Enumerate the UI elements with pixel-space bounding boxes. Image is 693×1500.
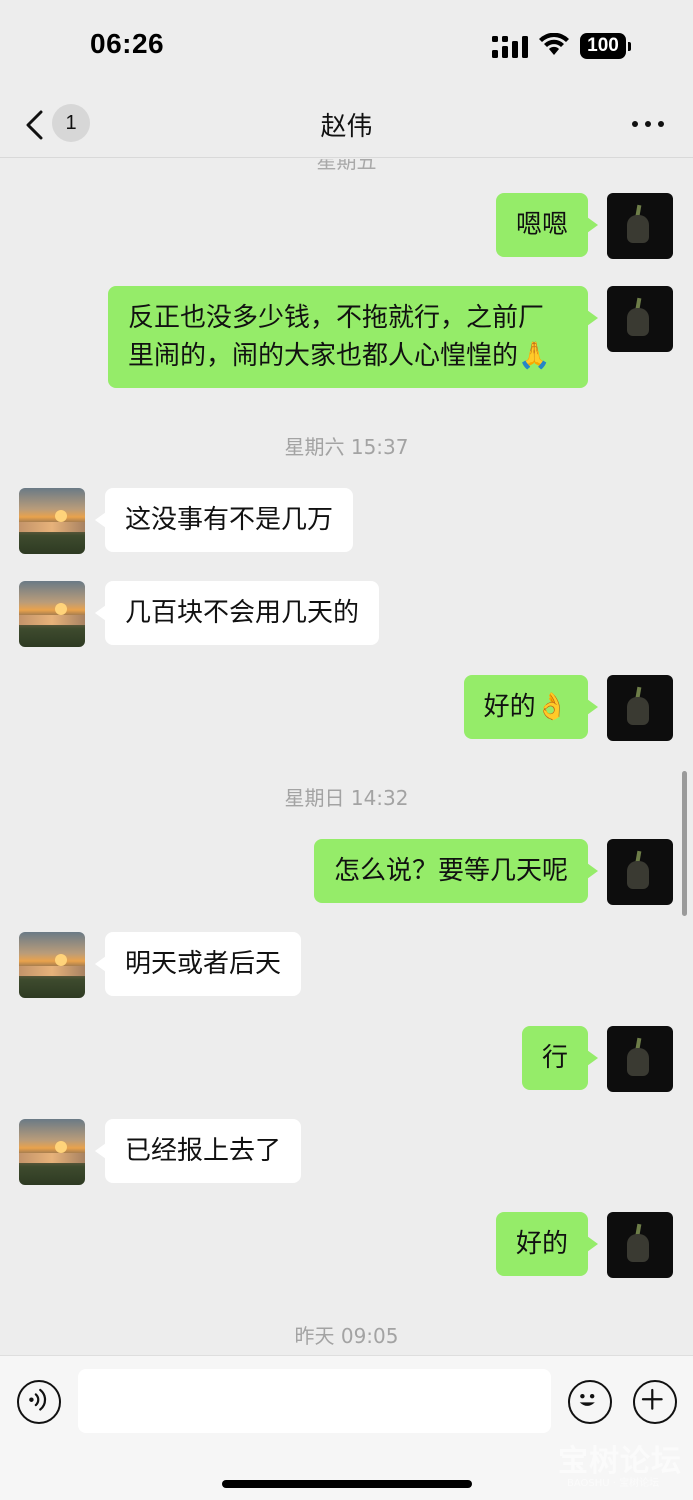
self-avatar[interactable]: [607, 286, 673, 352]
contact-avatar[interactable]: [19, 1119, 85, 1185]
emoji-button[interactable]: [568, 1380, 612, 1424]
wifi-icon: [539, 33, 569, 55]
message-bubble-self[interactable]: 好的: [495, 1212, 599, 1276]
self-avatar[interactable]: [607, 675, 673, 741]
plus-button[interactable]: [633, 1380, 677, 1424]
battery-icon: 100: [580, 33, 632, 59]
input-bar: 宝树论坛 BAOSHU · 宝树论坛: [0, 1355, 693, 1500]
self-avatar[interactable]: [607, 1212, 673, 1278]
timestamp: 昨天 09:05: [294, 1324, 399, 1348]
timestamp: 星期日 14:32: [284, 786, 409, 810]
message-bubble-self[interactable]: 嗯嗯: [495, 193, 599, 257]
contact-avatar[interactable]: [19, 932, 85, 998]
message-row: 好的: [0, 1212, 693, 1278]
timestamp-partial: 星期五: [316, 159, 377, 173]
message-input[interactable]: [78, 1369, 551, 1433]
message-bubble-self[interactable]: 反正也没多少钱，不拖就行，之前厂里闹的，闹的大家也都人心惶惶的🙏: [108, 286, 598, 388]
timestamp: 星期六 15:37: [284, 435, 409, 459]
watermark-subtext: BAOSHU · 宝树论坛: [567, 1478, 660, 1489]
message-bubble-other[interactable]: 几百块不会用几天的: [94, 581, 380, 645]
message-row: 嗯嗯: [0, 193, 693, 259]
message-row: 怎么说？要等几天呢: [0, 839, 693, 905]
message-row: 这没事有不是几万: [0, 488, 693, 554]
self-avatar[interactable]: [607, 193, 673, 259]
self-avatar[interactable]: [607, 839, 673, 905]
message-row: 反正也没多少钱，不拖就行，之前厂里闹的，闹的大家也都人心惶惶的🙏: [0, 286, 693, 390]
status-time: 06:26: [90, 28, 165, 59]
message-bubble-other[interactable]: 明天或者后天: [94, 932, 302, 996]
signal-icon: [492, 36, 528, 58]
emoji-icon: [579, 1393, 595, 1406]
message-row: 明天或者后天: [0, 932, 693, 998]
self-avatar[interactable]: [607, 1026, 673, 1092]
contact-avatar[interactable]: [19, 581, 85, 647]
message-row: 好的👌: [0, 675, 693, 741]
message-bubble-other[interactable]: 这没事有不是几万: [94, 488, 354, 552]
nav-bar: 1 赵伟: [0, 92, 693, 158]
message-bubble-self[interactable]: 行: [521, 1026, 599, 1090]
chat-title: 赵伟: [320, 112, 373, 142]
more-button[interactable]: [628, 108, 668, 138]
home-indicator[interactable]: [222, 1480, 472, 1488]
battery-level: 100: [580, 33, 626, 59]
voice-button[interactable]: [17, 1380, 61, 1424]
message-row: 已经报上去了: [0, 1119, 693, 1185]
chat-area[interactable]: 星期五 嗯嗯 反正也没多少钱，不拖就行，之前厂里闹的，闹的大家也都人心惶惶的🙏 …: [0, 159, 693, 1355]
message-row: 几百块不会用几天的: [0, 581, 693, 647]
message-bubble-self[interactable]: 怎么说？要等几天呢: [313, 839, 599, 903]
message-bubble-other[interactable]: 已经报上去了: [94, 1119, 302, 1183]
contact-avatar[interactable]: [19, 488, 85, 554]
plus-icon: [641, 1388, 663, 1410]
scrollbar[interactable]: [682, 771, 687, 916]
voice-icon: [29, 1388, 47, 1411]
message-bubble-self[interactable]: 好的👌: [463, 675, 599, 739]
status-bar: 06:26 100: [0, 0, 693, 92]
message-row: 行: [0, 1026, 693, 1092]
